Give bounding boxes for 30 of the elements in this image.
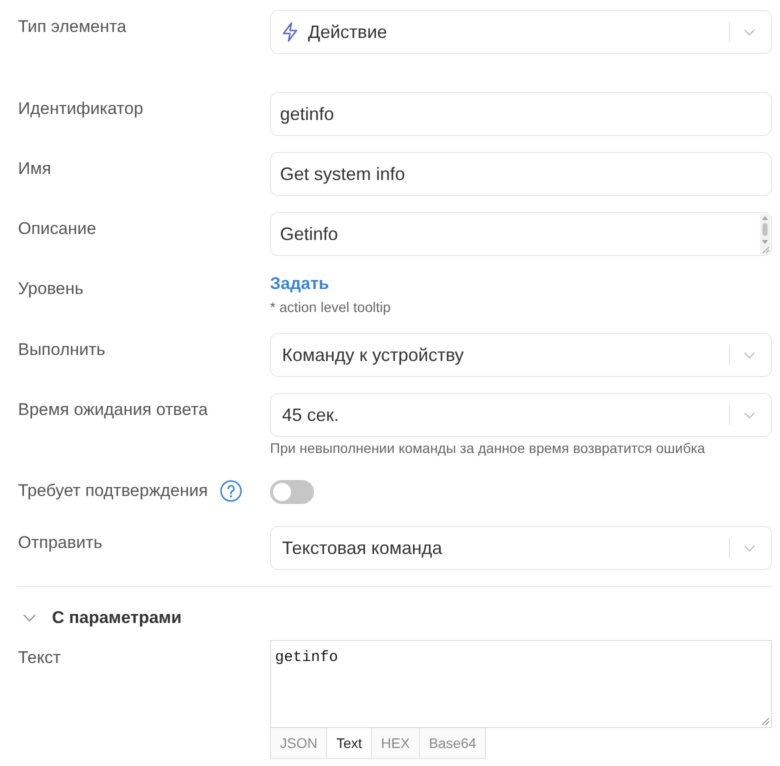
help-icon[interactable]: [220, 480, 242, 502]
section-title: С параметрами: [52, 607, 182, 630]
field-label: Отправить: [18, 532, 102, 554]
chevron-down-icon: [744, 412, 755, 418]
field-label: Имя: [18, 158, 52, 180]
chevron-down-icon: [744, 544, 755, 552]
code-editor[interactable]: getinfo: [270, 640, 772, 728]
scrollbar[interactable]: [760, 214, 770, 254]
dropdown[interactable]: Действие: [270, 10, 772, 54]
dropdown[interactable]: Команду к устройству: [270, 333, 772, 377]
dropdown[interactable]: Текстовая команда: [270, 526, 772, 570]
field-label: Время ожидания ответа: [18, 399, 208, 421]
chevron-down-icon: [744, 28, 755, 36]
text-field[interactable]: Get system info: [270, 152, 772, 196]
set-link[interactable]: Задать: [270, 272, 330, 296]
chevron-down-icon: [744, 352, 755, 358]
field-label: Тип элемента: [18, 16, 126, 38]
hint-text: При невыполнении команды за данное время возвратится ошибка: [270, 439, 706, 458]
description-field[interactable]: Getinfo: [270, 212, 772, 256]
resize-handle-icon[interactable]: [762, 718, 769, 725]
dropdown[interactable]: 45 сек.: [270, 393, 772, 437]
field-label: Выполнить: [18, 339, 106, 361]
field-label: Уровень: [18, 278, 84, 300]
hint-text: * action level tooltip: [270, 298, 391, 317]
field-label: Требует подтверждения: [18, 480, 208, 502]
field-label: Описание: [18, 218, 96, 240]
field-label: Идентификатор: [18, 98, 144, 120]
text-field[interactable]: getinfo: [270, 92, 772, 136]
toggle-switch[interactable]: [270, 480, 314, 504]
field-label: Текст: [18, 648, 61, 667]
